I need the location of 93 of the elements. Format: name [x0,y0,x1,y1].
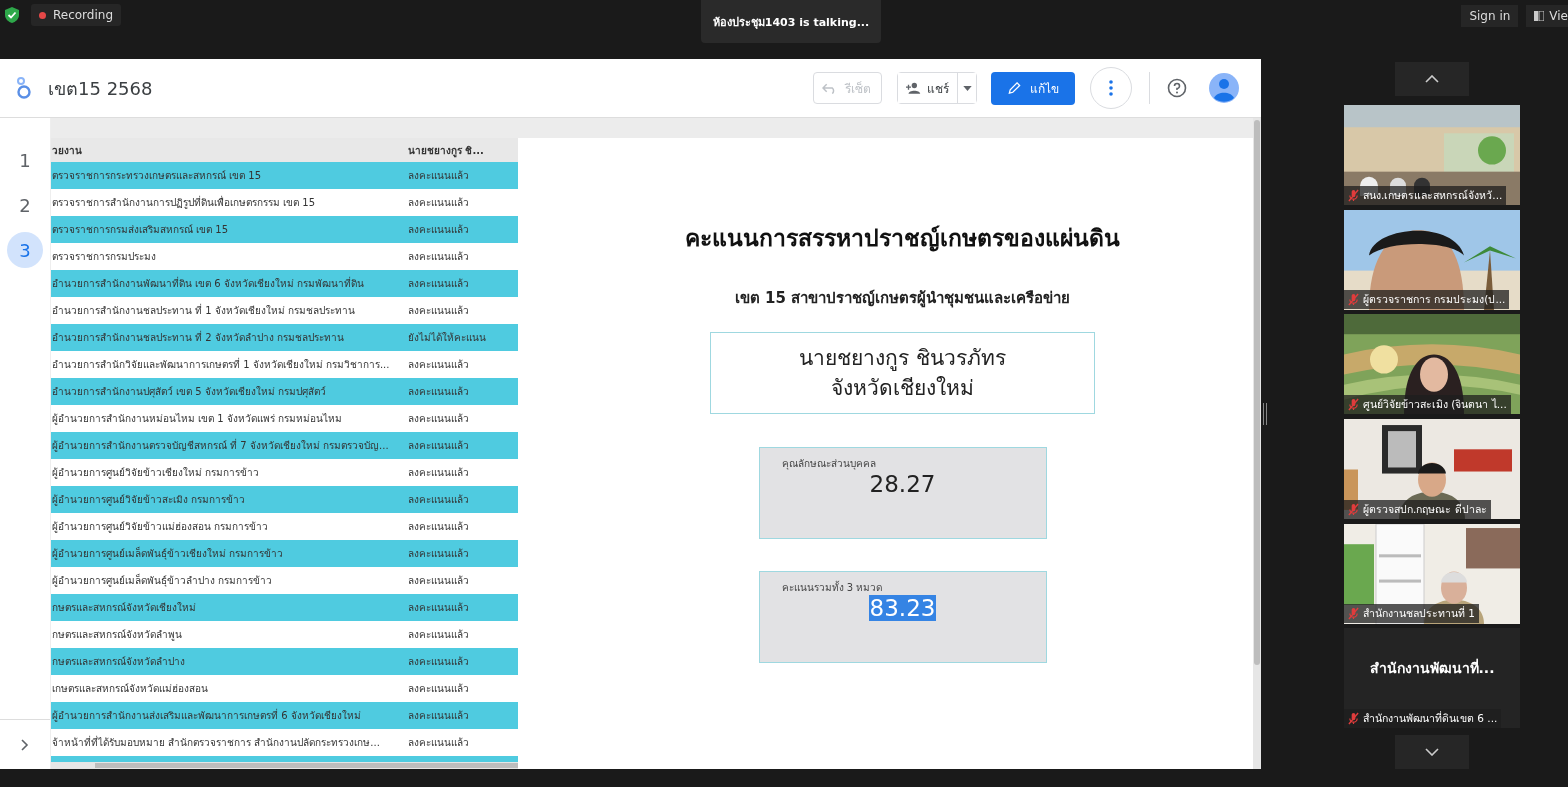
pencil-icon [1007,82,1022,94]
caret-icon [962,85,972,91]
table-cell-text: ลงคะแนนแล้ว [408,493,470,507]
muted-mic-icon [1348,607,1359,621]
shield-icon [5,7,19,23]
expand-icon[interactable] [21,738,29,751]
muted-mic-icon [1348,188,1359,202]
speaker-tooltip: ห้องประชุม1403 is talking... [701,0,881,43]
report-heading: คะแนนการสรรหาปราชญ์เกษตรของแผ่นดิน [685,224,1120,254]
muted-mic-icon [1348,712,1359,726]
table-cell-text: ตรวจราชการกรมส่งเสริมสหกรณ์ เขต 15 [51,223,230,237]
table-cell-text: เกษตรและสหกรณ์จังหวัดแม่ฮ่องสอน [51,682,209,696]
participant-name: สำนักงานชลประทานที่ 1 [1363,605,1476,622]
page-tab[interactable]: 1 [7,142,43,178]
table-cell-text: ตรวจราชการกรมประมง [51,250,157,264]
table-cell-text: ลงคะแนนแล้ว [408,169,470,183]
table-cell-text: ผู้อำนวยการศูนย์วิจัยข้าวสะเมิง กรมการข้าว [51,493,247,507]
help-icon[interactable] [1167,78,1187,98]
table-cell-text: อำนวยการสำนักงานพัฒนาที่ดิน เขต 6 จังหวัดเชียงใหม่ กรมพัฒนาที่ดิน [51,276,366,291]
table-cell-text: ลงคะแนนแล้ว [408,358,470,372]
muted-mic-icon [1348,398,1359,411]
table-cell-text: ผู้อำนวยการศูนย์เมล็ดพันธุ์ข้าวเชียงใหม่ กรมการข้าว [51,546,285,561]
table-cell-text: จ้าหน้าที่ที่ได้รับมอบหมาย สำนักตรวจราชการ สำนักงานปลัดกระทรวงเกษ... [51,735,381,750]
table-cell-text: ผู้อำนวยการศูนย์เมล็ดพันธุ์ข้าวลำปาง กรมการข้าว [51,573,274,588]
report-title: เขต15 2568 [48,76,153,101]
undo-icon [822,82,837,94]
table-cell-text: กษตรและสหกรณ์จังหวัดเชียงใหม่ [51,601,197,615]
report-subheading: เขต 15 สาขาปราชญ์เกษตรผู้นำชุมชนและเครือข่าย [734,288,1071,310]
table-cell-text: ลงคะแนนแล้ว [408,736,470,750]
table-cell-text: ลงคะแนนแล้ว [408,277,470,291]
table-cell-text: ลงคะแนนแล้ว [408,304,470,318]
table-cell-text: ลงคะแนนแล้ว [408,439,470,453]
table-cell-text: ลงคะแนนแล้ว [408,250,470,264]
column-header[interactable]: วยงาน [51,142,408,158]
page-tab[interactable]: 2 [7,187,43,223]
chevron-down-icon [1425,748,1439,757]
table-cell-text: ลงคะแนนแล้ว [408,385,470,399]
table-cell-text: ลงคะแนนแล้ว [408,655,470,669]
share-button[interactable]: แชร์ [898,73,958,103]
participant-name: ผู้ตรวจสปก.กฤษณะ ดีปาละ [1363,501,1487,518]
table-cell-text: กษตรและสหกรณ์จังหวัดลำปาง [51,655,186,669]
view-icon [1534,11,1545,21]
resize-handle[interactable] [1262,403,1267,425]
avatar-icon[interactable] [1209,73,1239,103]
table-cell-text: ลงคะแนนแล้ว [408,466,470,480]
chevron-up-icon [1425,74,1439,83]
table-cell-text: อำนวยการสำนักงานชลประทาน ที่ 2 จังหวัดลำปาง กรมชลประทาน [51,330,346,345]
muted-mic-icon [1348,293,1359,307]
recording-indicator[interactable]: Recording [31,4,122,26]
table-cell-text: อำนวยการสำนักงานปศุสัตว์ เขต 5 จังหวัดเชียงใหม่ กรมปศุสัตว์ [51,385,328,399]
view-button[interactable]: Vie [1526,5,1568,27]
scrollbar-thumb[interactable] [1254,120,1260,665]
nominee-text: นายชยางกูร ชินวรภัทร [799,345,1006,373]
table-cell-text: ลงคะแนนแล้ว [408,709,470,723]
table-cell-text: ผู้อำนวยการศูนย์วิจัยข้าวเชียงใหม่ กรมการข้าว [51,466,261,480]
table-cell-text: ผู้อำนวยการศูนย์วิจัยข้าวแม่ฮ่องสอน กรมการข้าว [51,520,270,534]
more-icon [1109,80,1113,96]
table-cell-text: ผู้อำนวยการสำนักงานตรวจบัญชีสหกรณ์ ที่ 7 จังหวัดเชียงใหม่ กรมตรวจบัญ... [51,438,390,453]
table-cell-text: ลงคะแนนแล้ว [408,520,470,534]
table-cell-text: ตรวจราชการสำนักงานการปฏิรูปที่ดินเพื่อเกษตรกรรม เขต 15 [51,195,317,210]
table-cell-text: อำนวยการสำนักวิจัยและพัฒนาการเกษตรที่ 1 จังหวัดเชียงใหม่ กรมวิชาการ... [51,357,391,372]
table-cell-text: อำนวยการสำนักงานชลประทาน ที่ 1 จังหวัดเชียงใหม่ กรมชลประทาน [51,303,357,318]
table-cell-text: ตรวจราชการกระทรวงเกษตรและสหกรณ์ เขต 15 [51,169,263,183]
table-cell-text: ลงคะแนนแล้ว [408,547,470,561]
table-cell-text: ลงคะแนนแล้ว [408,574,470,588]
column-header[interactable]: นายชยางกูร ชิ... [408,142,518,158]
participant-name: ศูนย์วิจัยข้าวสะเมิง (จินตนา ไ... [1363,397,1507,413]
table-cell-text: ลงคะแนนแล้ว [408,196,470,210]
table-cell-text: ผู้อำนวยการสำนักงานส่งเสริมและพัฒนาการเกษตรที่ 6 จังหวัดเชียงใหม่ [51,708,362,723]
score-label: คุณลักษณะส่วนบุคคล [781,457,877,471]
table-cell-text: ลงคะแนนแล้ว [408,412,470,426]
table-cell-text: ลงคะแนนแล้ว [408,223,470,237]
muted-mic-icon [1348,502,1359,516]
add-person-icon [906,82,921,94]
logo-icon [16,77,32,99]
participant-name: สำนักงานพัฒนาที่ดินเขต 6 ... [1363,710,1498,727]
scrollbar-thumb[interactable] [95,763,518,768]
sign-in-button[interactable]: Sign in [1461,5,1519,27]
edit-button[interactable]: แก้ไข [991,71,1075,105]
score-value: 83.23 [868,595,937,621]
page-tab[interactable]: 3 [7,232,43,268]
participant-name: สนง.เกษตรและสหกรณ์จังหวั... [1363,187,1503,203]
table-cell-text: ลงคะแนนแล้ว [408,682,470,696]
table-cell-text: ยังไม่ได้ให้คะแนน [408,331,487,345]
nominee-text: จังหวัดเชียงใหม่ [831,375,974,402]
score-label: คะแนนรวมทั้ง 3 หมวด [781,580,884,595]
table-cell-text: ลงคะแนนแล้ว [408,628,470,642]
participant-name: ผู้ตรวจราชการ กรมประมง(ป... [1363,292,1506,308]
table-cell-text: ลงคะแนนแล้ว [408,601,470,615]
table-cell-text: ผู้อำนวยการสำนักงานหม่อนไหม เขต 1 จังหวัดแพร่ กรมหม่อนไหม [51,412,344,426]
participant-display-name: สำนักงานพัฒนาที่... [1369,657,1495,679]
table-cell-text: กษตรและสหกรณ์จังหวัดลำพูน [51,628,183,642]
score-value: 28.27 [868,471,937,497]
